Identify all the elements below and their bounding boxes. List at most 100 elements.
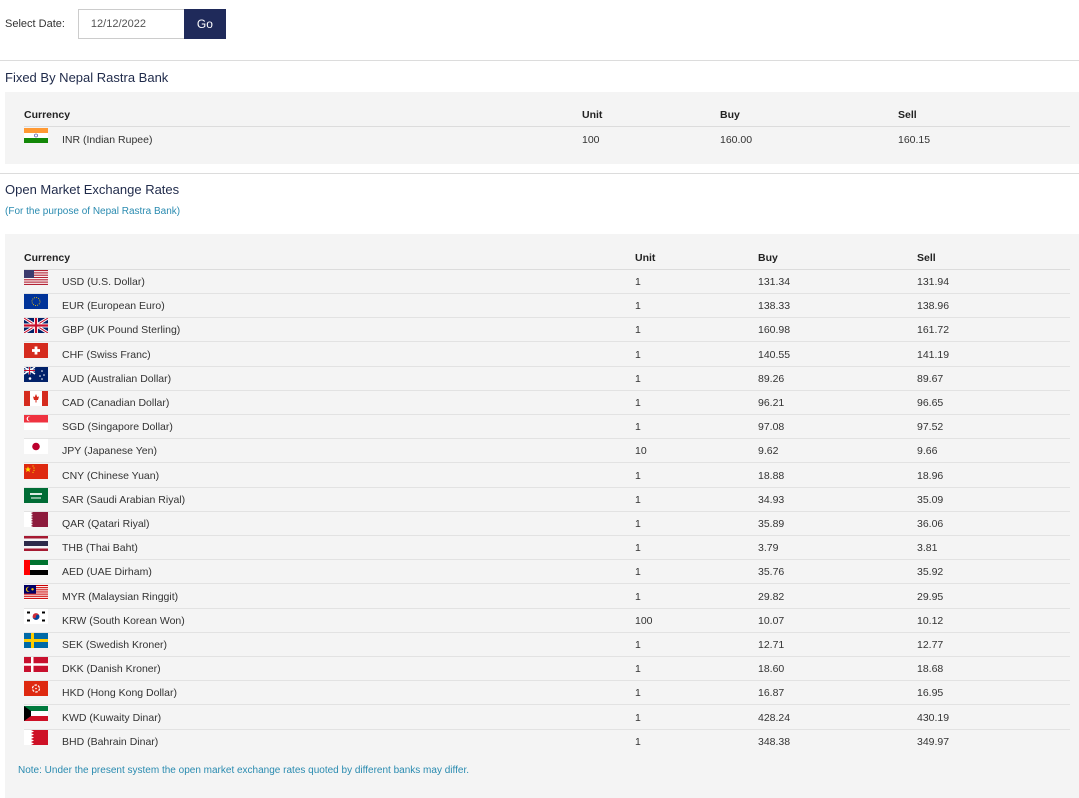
currency-name: KRW (South Korean Won) xyxy=(62,614,185,627)
australia-flag-icon xyxy=(24,366,48,382)
sell-value: 18.68 xyxy=(917,663,944,676)
uae-flag-icon xyxy=(24,560,48,576)
currency-name: EUR (European Euro) xyxy=(62,300,165,313)
buy-value: 10.07 xyxy=(758,614,785,627)
qatar-flag-icon xyxy=(24,512,48,527)
unit-value: 1 xyxy=(635,687,641,700)
unit-value: 1 xyxy=(635,469,641,482)
buy-value: 97.08 xyxy=(758,421,785,434)
open-market-title: Open Market Exchange Rates xyxy=(5,182,180,197)
open-market-subtitle: (For the purpose of Nepal Rastra Bank) xyxy=(5,206,181,217)
currency-name: THB (Thai Baht) xyxy=(62,542,138,555)
sell-value: 430.19 xyxy=(917,711,950,724)
currency-name: HKD (Hong Kong Dollar) xyxy=(62,687,177,700)
buy-value: 34.93 xyxy=(758,493,785,506)
japan-flag-icon xyxy=(24,439,48,455)
currency-name: DKK (Danish Kroner) xyxy=(62,663,161,676)
table-row: THB (Thai Baht) 1 3.79 3.81 xyxy=(24,536,1070,561)
sell-value: 36.06 xyxy=(917,518,944,530)
divider xyxy=(0,60,1079,61)
date-input[interactable] xyxy=(77,9,184,39)
buy-value: 16.87 xyxy=(758,687,785,700)
sell-value: 12.77 xyxy=(917,639,944,651)
unit-value: 1 xyxy=(635,372,641,385)
hong-kong-flag-icon xyxy=(24,681,48,697)
currency-name: JPY (Japanese Yen) xyxy=(62,445,157,458)
table-row: CAD (Canadian Dollar) 1 96.21 96.65 xyxy=(24,391,1070,415)
header-buy: Buy xyxy=(758,252,778,264)
unit-value: 1 xyxy=(635,300,641,313)
currency-name: AED (UAE Dirham) xyxy=(62,566,152,579)
unit-value: 1 xyxy=(635,348,641,361)
table-row: HKD (Hong Kong Dollar) 1 16.87 16.95 xyxy=(24,681,1070,706)
fixed-rates-table: Currency Unit Buy Sell INR (Indian Rupee… xyxy=(5,92,1079,164)
unit-value: 1 xyxy=(635,421,641,434)
sell-value: 18.96 xyxy=(917,469,944,482)
kuwait-flag-icon xyxy=(24,705,48,721)
buy-value: 29.82 xyxy=(758,590,785,603)
header-sell: Sell xyxy=(917,252,936,264)
thailand-flag-icon xyxy=(24,536,48,552)
sell-value: 35.09 xyxy=(917,493,944,506)
unit-value: 1 xyxy=(635,639,641,651)
table-row: QAR (Qatari Riyal) 1 35.89 36.06 xyxy=(24,512,1070,536)
open-market-table: Currency Unit Buy Sell USD (U.S. Dollar)… xyxy=(5,234,1079,798)
currency-name: CHF (Swiss Franc) xyxy=(62,348,151,361)
table-row: GBP (UK Pound Sterling) 1 160.98 161.72 xyxy=(24,318,1070,343)
unit-value: 1 xyxy=(635,397,641,409)
table-row: CHF (Swiss Franc) 1 140.55 141.19 xyxy=(24,342,1070,367)
unit-value: 1 xyxy=(635,542,641,555)
unit-value: 1 xyxy=(635,711,641,724)
table-row: SAR (Saudi Arabian Riyal) 1 34.93 35.09 xyxy=(24,487,1070,512)
buy-value: 89.26 xyxy=(758,372,785,385)
unit-value: 1 xyxy=(635,493,641,506)
table-header: Currency Unit Buy Sell xyxy=(24,103,1070,127)
unit-value: 1 xyxy=(635,735,641,748)
india-flag-icon xyxy=(24,128,48,143)
header-currency: Currency xyxy=(24,109,71,121)
table-row: CNY (Chinese Yuan) 1 18.88 18.96 xyxy=(24,463,1070,488)
canada-flag-icon xyxy=(24,391,48,406)
buy-value: 35.89 xyxy=(758,518,785,530)
buy-value: 160.98 xyxy=(758,324,791,337)
sell-value: 9.66 xyxy=(917,445,938,458)
unit-value: 1 xyxy=(635,590,641,603)
disclaimer-note: Note: Under the present system the open … xyxy=(18,765,470,776)
unit-value: 1 xyxy=(635,566,641,579)
malaysia-flag-icon xyxy=(24,584,48,600)
currency-name: SEK (Swedish Kroner) xyxy=(62,639,168,651)
currency-name: INR (Indian Rupee) xyxy=(62,134,153,146)
buy-value: 348.38 xyxy=(758,735,791,748)
currency-name: SGD (Singapore Dollar) xyxy=(62,421,173,434)
fixed-rates-title: Fixed By Nepal Rastra Bank xyxy=(5,70,169,85)
buy-value: 18.88 xyxy=(758,469,785,482)
header-currency: Currency xyxy=(24,252,71,264)
switzerland-flag-icon xyxy=(24,342,48,358)
buy-value: 12.71 xyxy=(758,639,785,651)
currency-name: CNY (Chinese Yuan) xyxy=(62,469,160,482)
buy-value: 96.21 xyxy=(758,397,785,409)
currency-name: AUD (Australian Dollar) xyxy=(62,372,172,385)
buy-value: 18.60 xyxy=(758,663,785,676)
table-row: KWD (Kuwaity Dinar) 1 428.24 430.19 xyxy=(24,705,1070,730)
sell-value: 3.81 xyxy=(917,542,938,555)
table-row: JPY (Japanese Yen) 10 9.62 9.66 xyxy=(24,439,1070,464)
buy-value: 9.62 xyxy=(758,445,779,458)
sell-value: 89.67 xyxy=(917,372,944,385)
table-row: DKK (Danish Kroner) 1 18.60 18.68 xyxy=(24,657,1070,682)
table-row: EUR (European Euro) 1 138.33 138.96 xyxy=(24,294,1070,319)
currency-name: GBP (UK Pound Sterling) xyxy=(62,324,181,337)
table-row: SEK (Swedish Kroner) 1 12.71 12.77 xyxy=(24,633,1070,657)
currency-name: KWD (Kuwaity Dinar) xyxy=(62,711,162,724)
table-row: BHD (Bahrain Dinar) 1 348.38 349.97 xyxy=(24,729,1070,754)
buy-value: 140.55 xyxy=(758,348,791,361)
sell-value: 141.19 xyxy=(917,348,950,361)
sell-value: 10.12 xyxy=(917,614,944,627)
buy-value: 131.34 xyxy=(758,276,791,288)
table-row: SGD (Singapore Dollar) 1 97.08 97.52 xyxy=(24,415,1070,440)
eu-flag-icon xyxy=(24,294,48,310)
sell-value: 160.15 xyxy=(898,134,931,146)
sell-value: 349.97 xyxy=(917,735,950,748)
currency-name: MYR (Malaysian Ringgit) xyxy=(62,590,179,603)
go-button[interactable]: Go xyxy=(183,9,226,39)
